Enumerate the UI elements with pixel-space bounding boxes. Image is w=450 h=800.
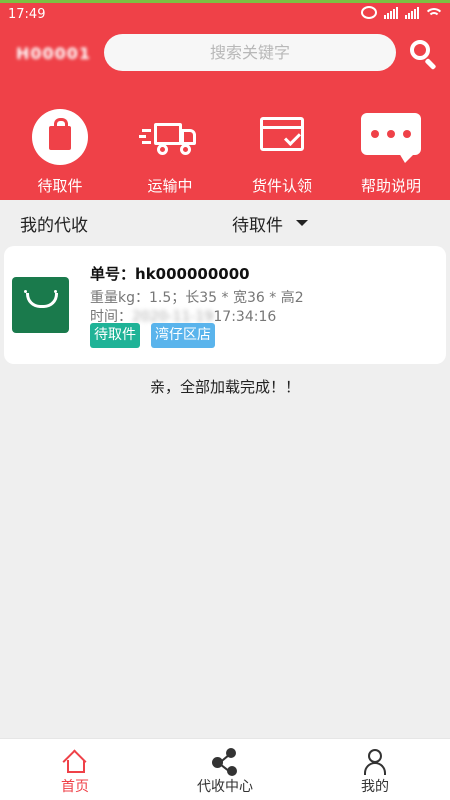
order-number: 单号：hk000000000 bbox=[90, 263, 250, 284]
quick-action-label: 帮助说明 bbox=[360, 177, 421, 195]
quick-action-label: 待取件 bbox=[37, 177, 83, 195]
order-dimensions: 重量kg：1.5；长35 * 宽36 * 高2 bbox=[90, 290, 304, 306]
header: H00001 搜索关键字 待取件 运输中 货件认领 帮助说明 bbox=[0, 26, 450, 200]
status-filter-dropdown[interactable]: 待取件 bbox=[232, 211, 283, 236]
section-title: 我的代收 bbox=[20, 216, 88, 236]
load-complete-text: 亲，全部加载完成！！ bbox=[149, 378, 300, 396]
quick-action-pending-pickup[interactable]: 待取件 bbox=[5, 109, 115, 196]
user-icon bbox=[364, 749, 386, 775]
shopping-bag-icon bbox=[30, 109, 90, 169]
bottom-tab-bar: 首页 代收中心 我的 bbox=[0, 738, 450, 800]
quick-action-label: 运输中 bbox=[147, 177, 193, 195]
tab-home[interactable]: 首页 bbox=[0, 739, 150, 800]
signal-hd-icon bbox=[405, 6, 419, 19]
status-badge: 待取件 bbox=[90, 323, 140, 348]
tab-profile[interactable]: 我的 bbox=[300, 739, 450, 800]
home-icon bbox=[62, 749, 88, 774]
search-input[interactable]: 搜索关键字 bbox=[104, 34, 396, 71]
tab-collection-center[interactable]: 代收中心 bbox=[150, 739, 300, 800]
quick-action-label: 货件认领 bbox=[251, 177, 312, 195]
order-card[interactable]: 单号：hk000000000 重量kg：1.5；长35 * 宽36 * 高2 时… bbox=[4, 246, 446, 364]
card-check-icon bbox=[252, 109, 312, 169]
order-number-value: hk000000000 bbox=[135, 265, 250, 283]
shopping-bag-thumbnail bbox=[12, 277, 69, 333]
search-icon[interactable] bbox=[408, 38, 440, 71]
share-nodes-icon bbox=[211, 747, 239, 776]
alarm-icon bbox=[361, 6, 377, 19]
status-time: 17:49 bbox=[8, 7, 46, 22]
tab-label: 代收中心 bbox=[197, 779, 253, 795]
order-time-clock: 17:34:16 bbox=[213, 309, 277, 325]
quick-action-help[interactable]: 帮助说明 bbox=[336, 109, 446, 196]
store-badge: 湾仔区店 bbox=[151, 323, 215, 348]
chat-bubble-icon bbox=[361, 109, 421, 169]
signal-icon bbox=[384, 6, 398, 19]
status-bar: 17:49 bbox=[0, 0, 450, 26]
tab-label: 首页 bbox=[61, 779, 89, 795]
delivery-truck-icon bbox=[139, 109, 200, 169]
user-id: H00001 bbox=[16, 44, 92, 63]
status-icons bbox=[361, 6, 442, 19]
order-number-label: 单号： bbox=[90, 265, 136, 283]
filter-bar: 我的代收 待取件 bbox=[0, 200, 450, 244]
quick-action-in-transit[interactable]: 运输中 bbox=[115, 109, 225, 196]
wifi-icon bbox=[426, 7, 442, 19]
caret-down-icon[interactable] bbox=[296, 220, 308, 226]
tab-label: 我的 bbox=[361, 779, 389, 795]
quick-action-claim-shipment[interactable]: 货件认领 bbox=[227, 109, 337, 196]
